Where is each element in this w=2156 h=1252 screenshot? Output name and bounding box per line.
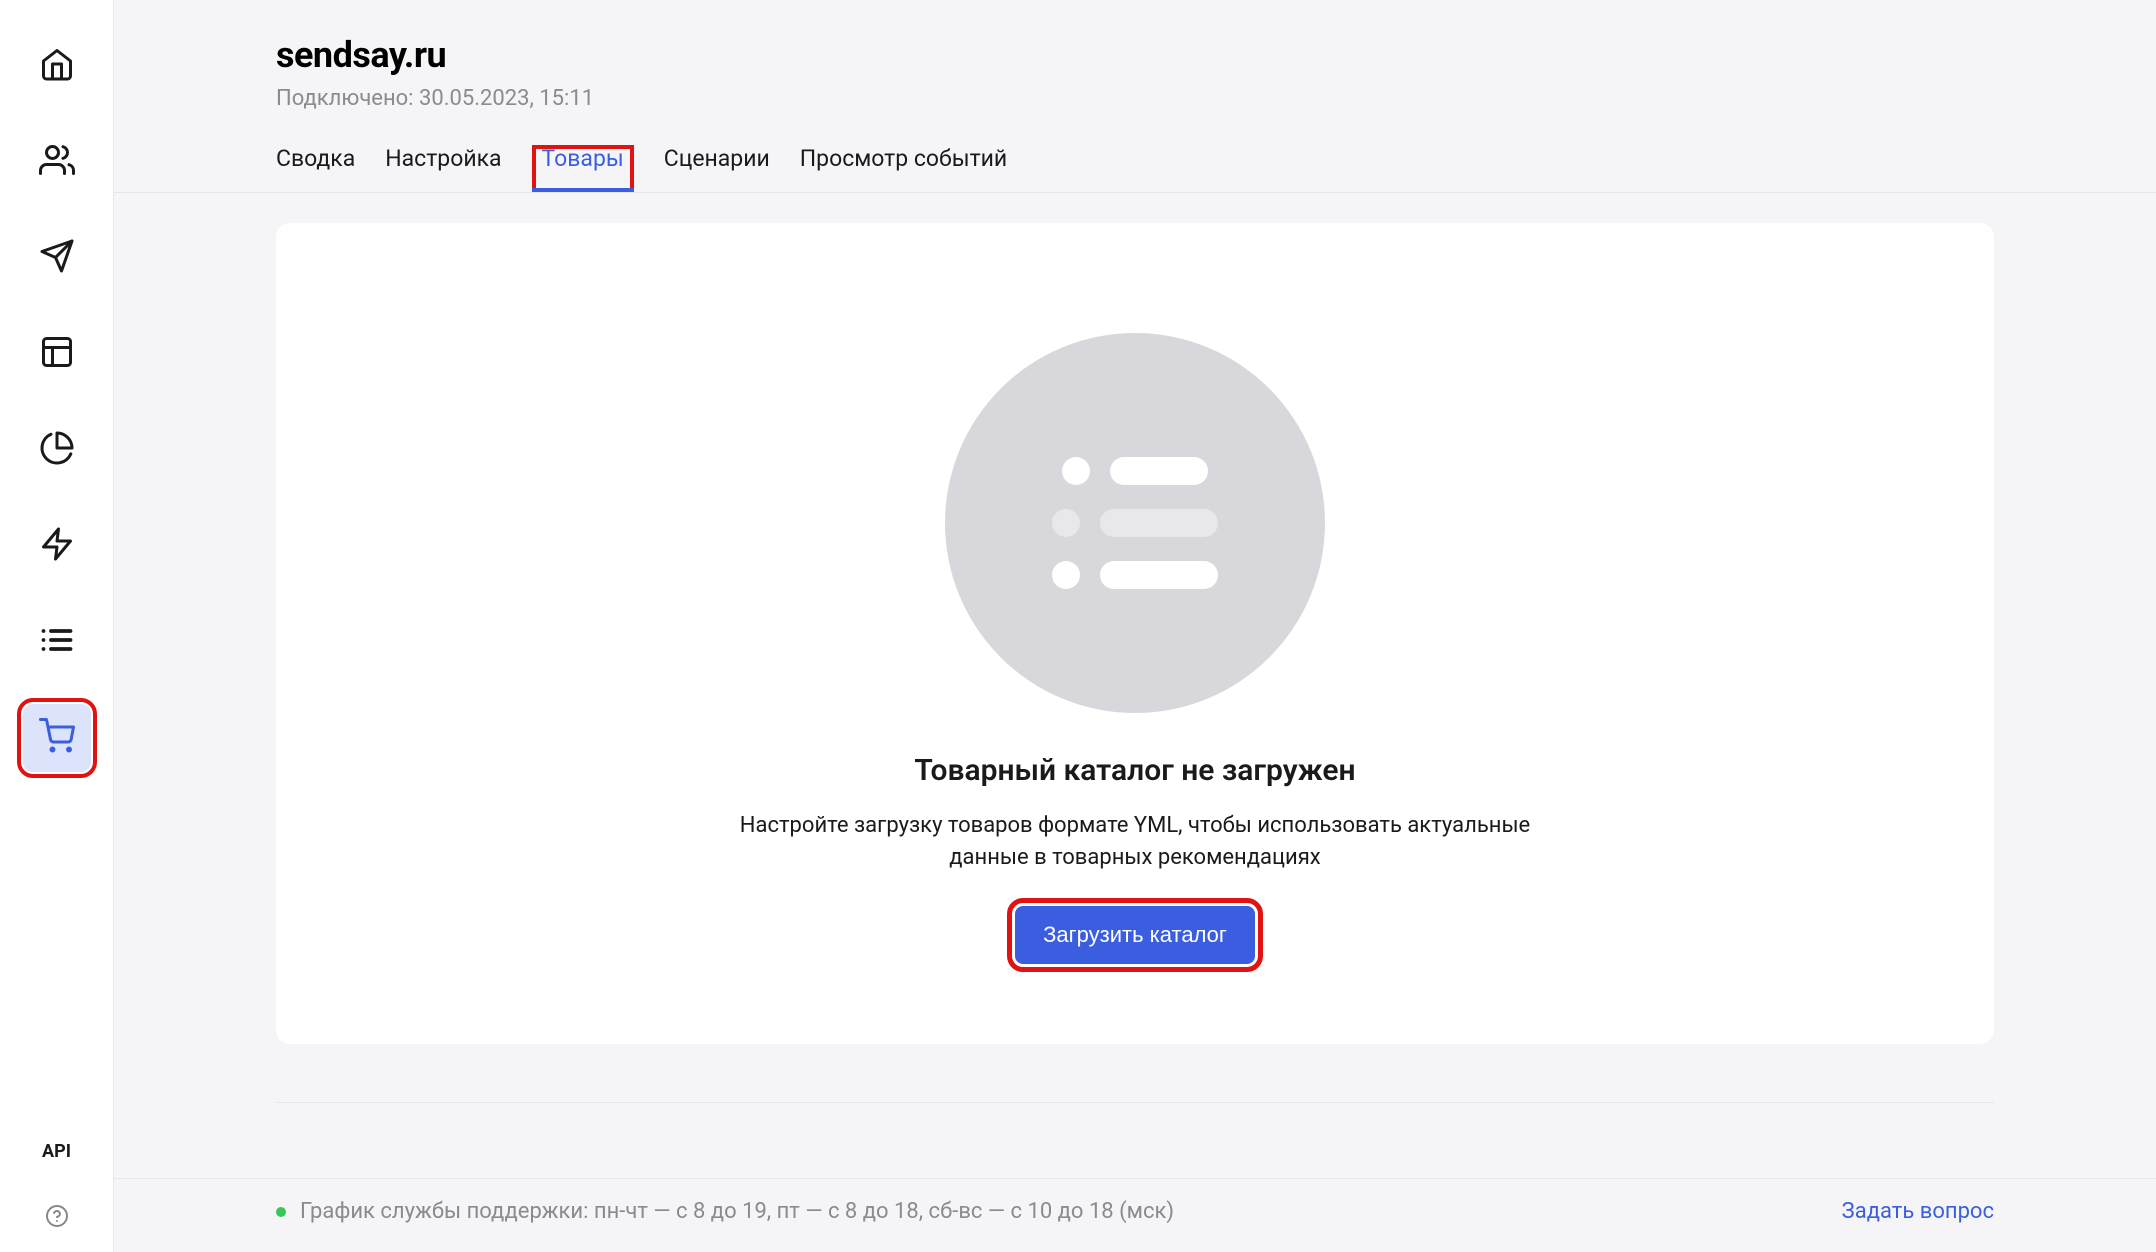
sidebar-item-home[interactable]: [23, 32, 91, 100]
chart-icon: [39, 430, 75, 470]
bolt-icon: [39, 526, 75, 566]
content: Товарный каталог не загружен Настройте з…: [114, 193, 2156, 1178]
empty-state-description: Настройте загрузку товаров формате YML, …: [735, 810, 1535, 874]
load-catalog-button[interactable]: Загрузить каталог: [1015, 906, 1255, 964]
send-icon: [39, 238, 75, 278]
status-dot-icon: [276, 1207, 286, 1217]
sidebar-item-cart[interactable]: [23, 704, 91, 772]
tab-summary[interactable]: Сводка: [276, 145, 355, 192]
list-icon: [39, 622, 75, 662]
page-subtitle: Подключено: 30.05.2023, 15:11: [276, 86, 2156, 111]
sidebar-item-layout[interactable]: [23, 320, 91, 388]
home-icon: [39, 46, 75, 86]
list-placeholder-icon: [945, 333, 1325, 713]
sidebar-item-bolt[interactable]: [23, 512, 91, 580]
ask-question-link[interactable]: Задать вопрос: [1842, 1199, 1994, 1224]
tab-settings[interactable]: Настройка: [385, 145, 501, 192]
help-icon: [45, 1213, 69, 1232]
sidebar-item-api[interactable]: API: [42, 1141, 71, 1162]
sidebar-item-users[interactable]: [23, 128, 91, 196]
page-title: sendsay.ru: [276, 34, 2156, 76]
sidebar-item-send[interactable]: [23, 224, 91, 292]
tab-scenarios[interactable]: Сценарии: [664, 145, 770, 192]
divider: [276, 1102, 1994, 1103]
users-icon: [39, 142, 75, 182]
sidebar-item-help[interactable]: [45, 1204, 69, 1232]
tab-events[interactable]: Просмотр событий: [800, 145, 1007, 192]
sidebar-item-chart[interactable]: [23, 416, 91, 484]
main: sendsay.ru Подключено: 30.05.2023, 15:11…: [114, 0, 2156, 1252]
sidebar: API: [0, 0, 114, 1252]
header: sendsay.ru Подключено: 30.05.2023, 15:11: [114, 0, 2156, 145]
layout-icon: [39, 334, 75, 374]
tab-products[interactable]: Товары: [532, 145, 634, 192]
sidebar-bottom: API: [0, 1141, 113, 1232]
cart-icon: [39, 718, 75, 758]
tabs: Сводка Настройка Товары Сценарии Просмот…: [114, 145, 2156, 193]
support-schedule-text: График службы поддержки: пн-чт — с 8 до …: [300, 1199, 1174, 1224]
sidebar-item-list[interactable]: [23, 608, 91, 676]
empty-state-card: Товарный каталог не загружен Настройте з…: [276, 223, 1994, 1044]
support-schedule: График службы поддержки: пн-чт — с 8 до …: [276, 1199, 1174, 1224]
empty-state-title: Товарный каталог не загружен: [914, 753, 1355, 788]
footer: График службы поддержки: пн-чт — с 8 до …: [114, 1178, 2156, 1252]
